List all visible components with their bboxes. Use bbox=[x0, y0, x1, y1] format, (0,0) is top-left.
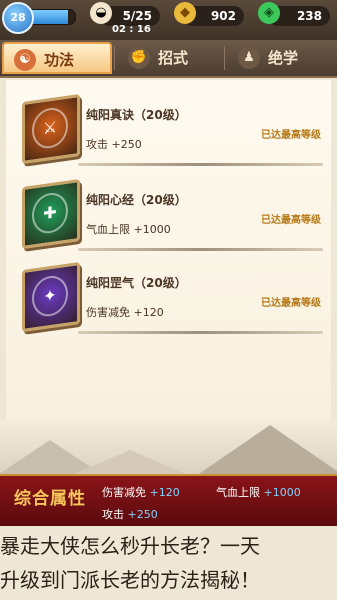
heart-icon: ✚ bbox=[43, 202, 57, 224]
skill-name: 纯阳真诀（20级） bbox=[86, 108, 187, 122]
gold-value: 902 bbox=[210, 9, 236, 23]
skill-status: 已达最高等级 bbox=[261, 130, 321, 141]
summary-stat: 伤害减免 +120 bbox=[102, 484, 180, 500]
skill-status: 已达最高等级 bbox=[261, 298, 321, 309]
row-divider bbox=[78, 248, 323, 251]
stat-label: 气血上限 bbox=[216, 486, 260, 499]
jade-icon: ◈ bbox=[258, 2, 280, 24]
summary-bar: 综合属性 伤害减免 +120 气血上限 +1000 攻击 +250 bbox=[0, 474, 337, 526]
article-caption: 暴走大侠怎么秒升长老？一天 升级到门派长老的方法揭秘！ bbox=[0, 528, 337, 600]
skill-stat: 气血上限 +1000 bbox=[86, 223, 171, 236]
tab-label: 功法 bbox=[44, 51, 75, 69]
skill-emblem: ✚ bbox=[32, 190, 68, 236]
tab-label: 招式 bbox=[158, 49, 189, 67]
master-icon: ♟ bbox=[238, 47, 260, 69]
scroll-icon: ☯ bbox=[14, 49, 36, 71]
skill-emblem: ✦ bbox=[32, 273, 68, 319]
stat-value: +120 bbox=[149, 486, 180, 499]
skill-row[interactable]: ✚ 纯阳心经（20级） 气血上限 +1000 已达最高等级 bbox=[6, 175, 331, 255]
tab-gongfa[interactable]: ☯ 功法 bbox=[2, 42, 112, 74]
tab-divider bbox=[224, 46, 225, 70]
gold-ingot-icon: ◆ bbox=[174, 2, 196, 24]
skill-emblem: ⚔ bbox=[32, 105, 68, 151]
skill-stat: 攻击 +250 bbox=[86, 138, 142, 151]
skill-row[interactable]: ✦ 纯阳罡气（20级） 伤害减免 +120 已达最高等级 bbox=[6, 258, 331, 338]
skill-name: 纯阳罡气（20级） bbox=[86, 276, 187, 290]
stamina-value: 5/25 bbox=[122, 9, 152, 23]
tab-bar: ☯ 功法 ✊ 招式 ♟ 绝学 bbox=[0, 40, 337, 78]
level-progress-bar bbox=[30, 9, 76, 25]
skill-status: 已达最高等级 bbox=[261, 215, 321, 226]
skill-row[interactable]: ⚔ 纯阳真诀（20级） 攻击 +250 已达最高等级 bbox=[6, 90, 331, 170]
stat-label: 伤害减免 bbox=[102, 486, 146, 499]
stat-label: 攻击 bbox=[102, 508, 124, 521]
tab-divider bbox=[114, 46, 115, 70]
tab-juexue[interactable]: ♟ 绝学 bbox=[228, 42, 334, 74]
summary-stat: 气血上限 +1000 bbox=[216, 484, 301, 500]
tab-label: 绝学 bbox=[268, 49, 299, 67]
row-divider bbox=[78, 163, 323, 166]
shield-icon: ✦ bbox=[43, 285, 57, 307]
mountain bbox=[190, 425, 337, 480]
row-divider bbox=[78, 331, 323, 334]
top-status-bar: 28 5/25 ◒ 02 : 16 902 ◆ 238 ◈ bbox=[0, 0, 337, 40]
skill-stat: 伤害减免 +120 bbox=[86, 306, 164, 319]
skill-book-icon[interactable]: ✚ bbox=[22, 178, 80, 250]
tab-zhaoshi[interactable]: ✊ 招式 bbox=[118, 42, 222, 74]
rice-bun-icon: ◒ bbox=[90, 2, 112, 24]
skill-name: 纯阳心经（20级） bbox=[86, 193, 187, 207]
skill-list-panel: ⚔ 纯阳真诀（20级） 攻击 +250 已达最高等级 ✚ 纯阳心经（20级） 气… bbox=[6, 80, 331, 475]
skill-book-icon[interactable]: ✦ bbox=[22, 261, 80, 333]
ink-landscape-decoration bbox=[0, 420, 337, 480]
caption-line: 暴走大侠怎么秒升长老？一天 bbox=[0, 534, 260, 558]
summary-title: 综合属性 bbox=[14, 489, 86, 509]
sword-icon: ⚔ bbox=[42, 117, 58, 139]
summary-stat: 攻击 +250 bbox=[102, 506, 158, 522]
fist-icon: ✊ bbox=[128, 47, 150, 69]
caption-line: 升级到门派长老的方法揭秘！ bbox=[0, 568, 260, 592]
stat-value: +250 bbox=[127, 508, 158, 521]
skill-book-icon[interactable]: ⚔ bbox=[22, 93, 80, 165]
stamina-timer: 02 : 16 bbox=[112, 24, 151, 35]
level-progress-fill bbox=[31, 10, 69, 24]
stat-value: +1000 bbox=[263, 486, 301, 499]
jade-value: 238 bbox=[296, 9, 322, 23]
level-badge[interactable]: 28 bbox=[2, 2, 34, 34]
